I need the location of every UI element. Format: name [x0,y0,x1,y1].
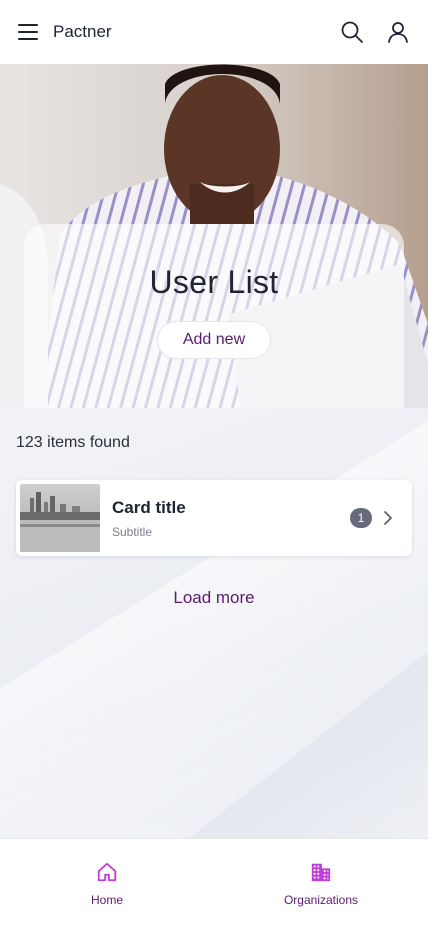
card-trailing: 1 [350,508,408,528]
menu-icon[interactable] [18,24,38,40]
background-decoration [0,408,428,838]
count-badge: 1 [350,508,372,528]
home-icon [97,862,117,882]
search-icon[interactable] [340,20,364,44]
results-count: 123 items found [16,434,130,451]
app-title: Pactner [53,22,112,41]
card-title: Card title [112,497,186,517]
nav-label-organizations: Organizations [283,893,359,907]
hero-overlay-card: User List Add new [24,224,404,408]
bottom-nav: Home Organizations [0,838,428,926]
building-icon [311,863,331,882]
app-header: Pactner [0,0,428,64]
add-new-button[interactable]: Add new [157,321,271,359]
hero-banner: User List Add new [0,64,428,408]
user-icon[interactable] [386,20,410,44]
nav-item-organizations[interactable]: Organizations [214,839,428,926]
list-item-card[interactable]: Card title Subtitle 1 [16,480,412,556]
card-thumbnail [20,484,100,552]
page-title: User List [149,264,279,300]
header-actions [340,20,410,44]
nav-item-home[interactable]: Home [0,839,214,926]
load-more-button[interactable]: Load more [0,588,428,608]
card-text: Card title Subtitle [112,498,186,539]
card-subtitle: Subtitle [112,524,153,539]
chevron-right-icon[interactable] [382,510,394,526]
nav-label-home: Home [90,893,123,907]
